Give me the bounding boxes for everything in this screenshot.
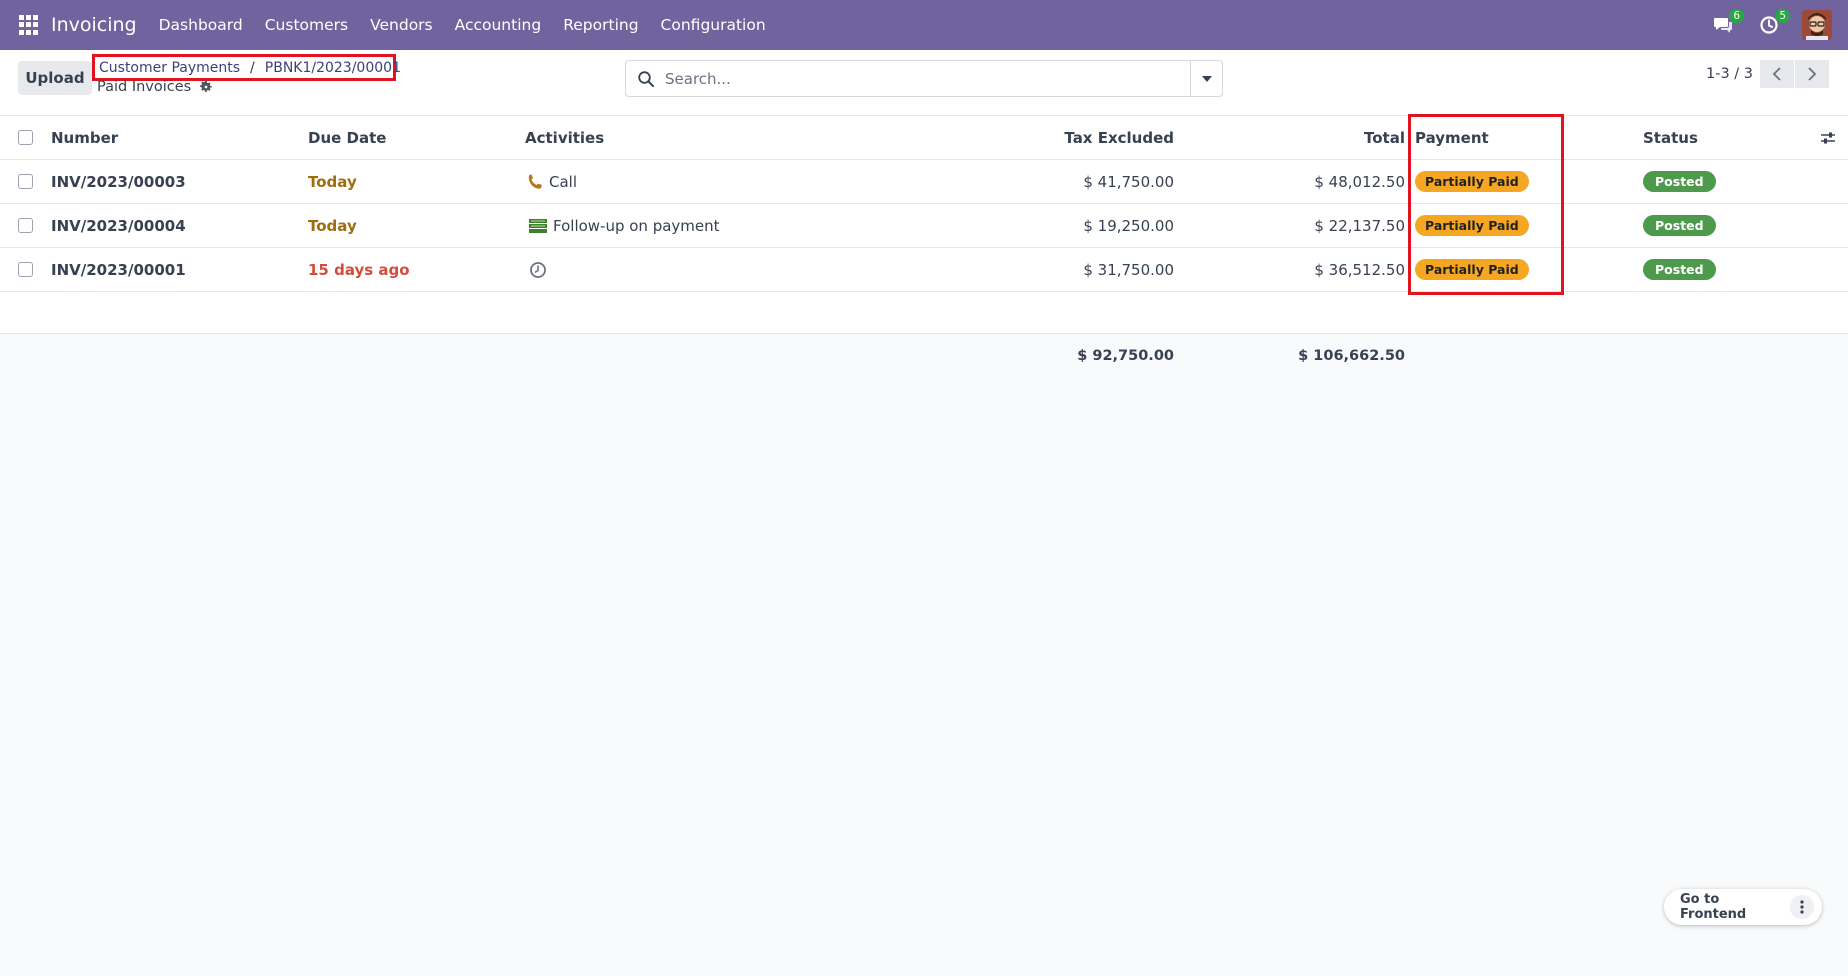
money-icon: [529, 218, 547, 233]
tax-excluded: $ 41,750.00: [1083, 172, 1174, 191]
totals-row: $ 92,750.00 $ 106,662.50: [0, 334, 1848, 377]
invoice-list: Number Due Date Activities Tax Excluded …: [0, 115, 1848, 377]
empty-list-area: [0, 377, 1848, 976]
chevron-right-icon: [1808, 67, 1817, 81]
total: $ 22,137.50: [1314, 216, 1405, 235]
status-badge: Posted: [1643, 259, 1716, 280]
menu-reporting[interactable]: Reporting: [563, 16, 638, 34]
menu-accounting[interactable]: Accounting: [455, 16, 542, 34]
clock-icon: [530, 261, 546, 278]
due-date: Today: [308, 216, 357, 235]
total-tax-excluded: $ 92,750.00: [1077, 347, 1174, 364]
tax-excluded: $ 19,250.00: [1083, 216, 1174, 235]
payment-status-badge: Partially Paid: [1415, 171, 1529, 192]
tax-excluded: $ 31,750.00: [1083, 260, 1174, 279]
table-row[interactable]: INV/2023/00004 Today Follow-up on paymen…: [0, 204, 1848, 248]
status-badge: Posted: [1643, 171, 1716, 192]
menu-customers[interactable]: Customers: [265, 16, 348, 34]
apps-menu-icon[interactable]: [19, 15, 39, 35]
table-row[interactable]: INV/2023/00003 Today Call $ 41,750.00 $ …: [0, 160, 1848, 204]
menu-configuration[interactable]: Configuration: [661, 16, 766, 34]
activity-cell[interactable]: [529, 248, 551, 291]
caret-down-icon: [1201, 75, 1212, 82]
total-amount: $ 106,662.50: [1298, 347, 1405, 364]
phone-icon: [528, 174, 542, 189]
search-options-toggle[interactable]: [1190, 61, 1222, 96]
messages-button[interactable]: 6: [1710, 9, 1744, 38]
invoice-number: INV/2023/00001: [51, 260, 186, 279]
messages-count-badge: 6: [1729, 9, 1744, 23]
breadcrumb: Customer Payments / PBNK1/2023/00001: [92, 54, 401, 81]
kebab-menu-icon: [1800, 900, 1804, 914]
row-checkbox[interactable]: [18, 174, 33, 189]
pager-previous-button[interactable]: [1760, 60, 1794, 88]
search-icon: [638, 70, 654, 87]
col-payment[interactable]: Payment: [1415, 116, 1489, 159]
menu-dashboard[interactable]: Dashboard: [159, 16, 243, 34]
activities-count-badge: 5: [1775, 9, 1790, 23]
activity-label: Follow-up on payment: [553, 216, 720, 235]
breadcrumb-customer-payments[interactable]: Customer Payments: [99, 60, 240, 76]
avatar-image: [1802, 10, 1832, 40]
top-navbar: Invoicing Dashboard Customers Vendors Ac…: [0, 0, 1848, 50]
gear-icon[interactable]: [199, 80, 213, 94]
breadcrumb-payment-ref[interactable]: PBNK1/2023/00001: [265, 60, 401, 76]
activity-cell[interactable]: Call: [527, 160, 577, 203]
table-row[interactable]: INV/2023/00001 15 days ago $ 31,750.00 $…: [0, 248, 1848, 292]
breadcrumb-separator: /: [250, 59, 255, 76]
col-due-date[interactable]: Due Date: [308, 116, 386, 159]
app-name[interactable]: Invoicing: [51, 14, 137, 36]
more-options-button[interactable]: [1790, 895, 1814, 919]
status-badge: Posted: [1643, 215, 1716, 236]
upload-button[interactable]: Upload: [18, 61, 92, 95]
row-checkbox[interactable]: [18, 262, 33, 277]
col-status[interactable]: Status: [1643, 116, 1698, 159]
activities-button[interactable]: 5: [1756, 9, 1790, 38]
col-tax-excluded[interactable]: Tax Excluded: [1000, 116, 1174, 159]
pager-value[interactable]: 1-3 / 3: [1706, 66, 1753, 82]
search-input[interactable]: [665, 62, 1190, 95]
select-all-checkbox[interactable]: [18, 130, 33, 145]
chevron-left-icon: [1772, 67, 1781, 81]
pager-next-button[interactable]: [1795, 60, 1829, 88]
due-date: Today: [308, 172, 357, 191]
table-header: Number Due Date Activities Tax Excluded …: [0, 115, 1848, 160]
search-bar: [625, 60, 1223, 97]
page-title: Paid Invoices: [97, 79, 213, 95]
payment-status-badge: Partially Paid: [1415, 259, 1529, 280]
go-to-frontend-button[interactable]: Go to Frontend: [1680, 892, 1790, 922]
col-activities[interactable]: Activities: [525, 116, 604, 159]
sliders-icon: [1821, 132, 1835, 143]
invoice-number: INV/2023/00003: [51, 172, 186, 191]
col-number[interactable]: Number: [51, 116, 118, 159]
col-total[interactable]: Total: [1250, 116, 1405, 159]
optional-columns-toggle[interactable]: [1820, 116, 1836, 159]
total: $ 36,512.50: [1314, 260, 1405, 279]
due-date: 15 days ago: [308, 260, 410, 279]
payment-status-badge: Partially Paid: [1415, 215, 1529, 236]
page-title-label: Paid Invoices: [97, 79, 192, 95]
menu-vendors[interactable]: Vendors: [370, 16, 433, 34]
row-checkbox[interactable]: [18, 218, 33, 233]
user-avatar[interactable]: [1802, 10, 1832, 40]
activity-cell[interactable]: Follow-up on payment: [527, 204, 720, 247]
frontend-widget: Go to Frontend: [1664, 889, 1822, 925]
invoice-number: INV/2023/00004: [51, 216, 186, 235]
empty-row: [0, 292, 1848, 334]
total: $ 48,012.50: [1314, 172, 1405, 191]
activity-label: Call: [549, 172, 578, 191]
